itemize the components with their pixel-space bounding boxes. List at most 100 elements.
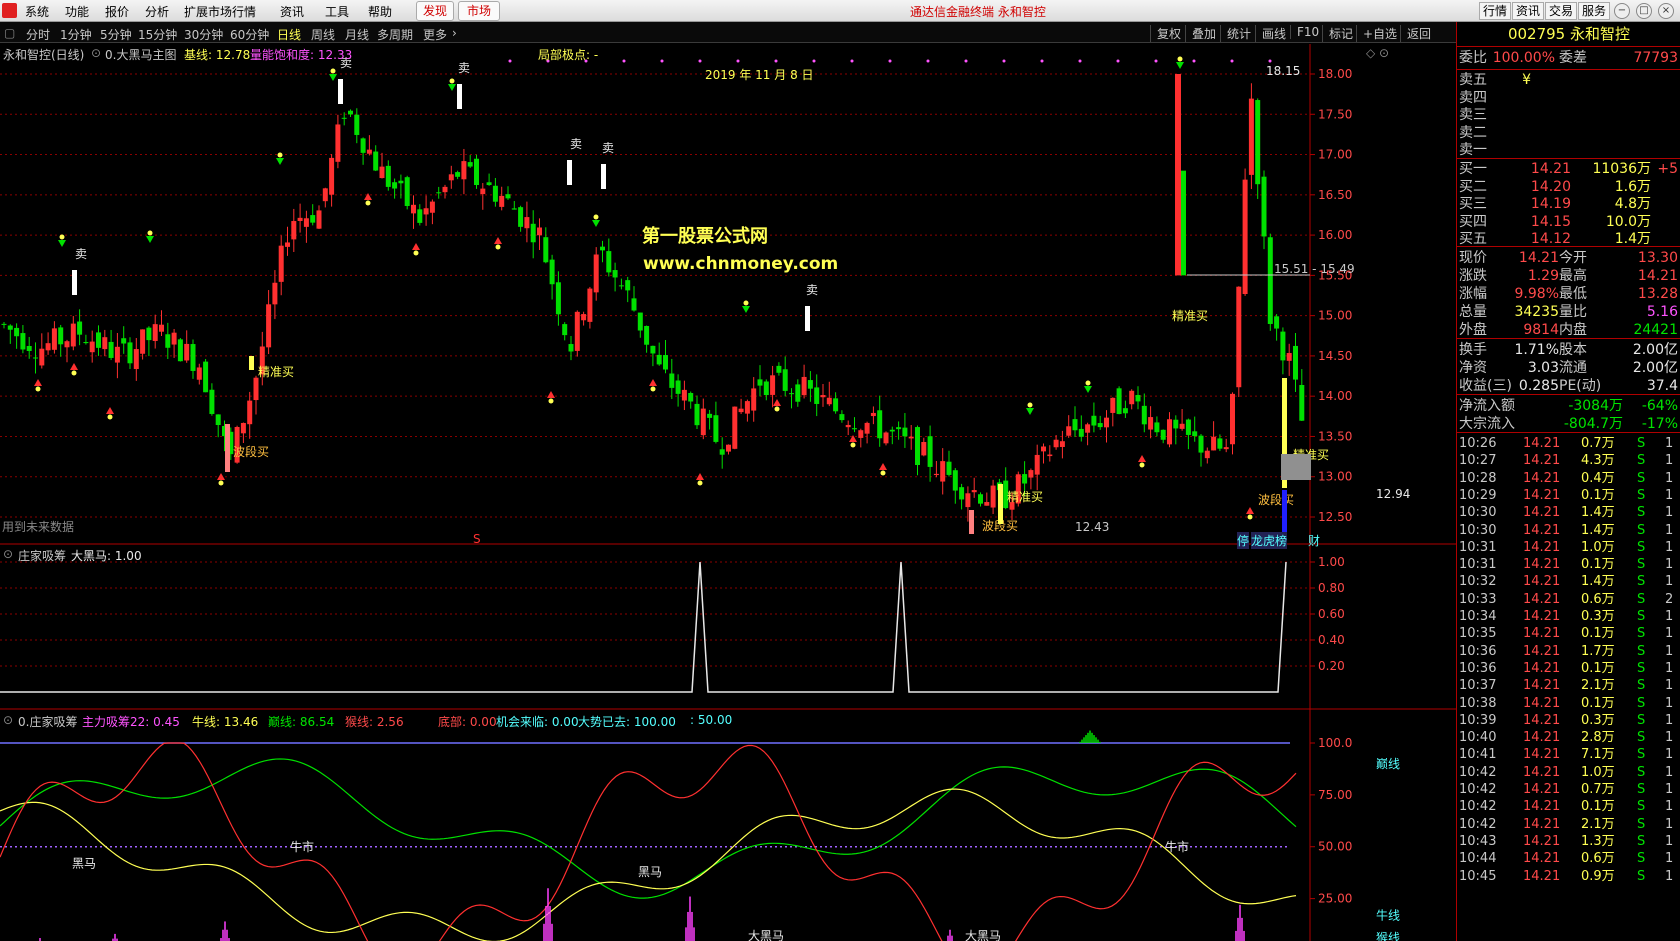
candle-body: [486, 182, 492, 186]
period-day[interactable]: 日线: [277, 26, 301, 43]
tick-count: 1: [1665, 470, 1674, 486]
tick-time: 10:31: [1459, 539, 1497, 555]
candle-body: [915, 427, 920, 466]
menu-analysis[interactable]: 分析: [145, 3, 169, 20]
tick-time: 10:38: [1459, 695, 1497, 711]
candle-body: [562, 324, 568, 336]
period-fenshi[interactable]: 分时: [26, 26, 50, 43]
quote-title: 002795 永和智控: [1457, 22, 1680, 46]
arrow-up-icon: [696, 473, 704, 480]
candle-body: [820, 395, 826, 398]
formula-name[interactable]: 0.大黑马主图: [105, 46, 176, 63]
marker-dot: [964, 59, 968, 63]
panel2-icon[interactable]: ⊙: [3, 547, 13, 561]
candle-body: [587, 288, 593, 322]
candle-body: [625, 280, 631, 291]
buy-precise-label: 精准买: [1172, 309, 1208, 323]
formula-dropdown-icon[interactable]: ⊙: [91, 46, 101, 60]
sell-row[interactable]: 卖一: [1457, 140, 1680, 160]
menu-info[interactable]: 资讯: [280, 3, 304, 20]
event-fin-badge[interactable]: 财: [1308, 532, 1320, 549]
candle-body: [694, 403, 700, 426]
statistics-button[interactable]: 统计: [1220, 25, 1251, 42]
menu-help[interactable]: 帮助: [368, 3, 392, 20]
tick-price: 14.21: [1523, 712, 1561, 728]
tick-time: 10:34: [1459, 609, 1497, 624]
candle-body: [108, 341, 114, 358]
buy-precise-label: 精准买: [258, 365, 294, 379]
candle-body: [656, 354, 662, 365]
candle-body: [404, 177, 410, 206]
candle-body: [190, 344, 196, 371]
period-60min[interactable]: 60分钟: [230, 26, 269, 43]
candle-body: [121, 338, 127, 344]
tick-price: 14.21: [1523, 487, 1561, 503]
menu-tools[interactable]: 工具: [325, 3, 349, 20]
candle-body: [1255, 100, 1261, 185]
tick-time: 10:30: [1459, 522, 1497, 538]
candle-body: [14, 327, 20, 337]
overlay-button[interactable]: 叠加: [1185, 25, 1216, 42]
service-button[interactable]: 服务: [1578, 2, 1611, 20]
signal-dot: [35, 386, 41, 392]
chevron-right-icon[interactable]: ›: [452, 26, 457, 40]
candle-body: [499, 195, 505, 207]
draw-line-button[interactable]: 画线: [1255, 25, 1286, 42]
chart-canvas[interactable]: 18.0017.5017.0016.5016.0015.5015.0014.50…: [0, 44, 1456, 941]
event-rank-badge[interactable]: 龙虎榜: [1251, 532, 1288, 549]
restore-rights-button[interactable]: 复权: [1150, 25, 1181, 42]
tick-count: 1: [1665, 678, 1674, 694]
maximize-icon[interactable]: □: [1636, 3, 1652, 19]
collapse-icon[interactable]: ▢: [4, 26, 15, 40]
period-week[interactable]: 周线: [311, 26, 335, 43]
event-stop-badge[interactable]: 停: [1237, 532, 1250, 549]
period-more[interactable]: 更多: [423, 26, 447, 43]
period-5min[interactable]: 5分钟: [100, 26, 132, 43]
mark-button[interactable]: 标记: [1322, 25, 1353, 42]
tick-side: S: [1637, 730, 1646, 746]
quote-button[interactable]: 行情: [1479, 2, 1512, 20]
add-favorite-button[interactable]: +自选: [1356, 25, 1397, 42]
arrow-down-icon: [329, 74, 337, 81]
back-button[interactable]: 返回: [1400, 25, 1431, 42]
event-s-badge[interactable]: S: [473, 532, 481, 546]
menu-ext-market[interactable]: 扩展市场行情: [184, 3, 256, 20]
arrow-down-icon: [1176, 62, 1184, 69]
candle-body: [253, 377, 259, 401]
f10-button[interactable]: F10: [1290, 25, 1319, 39]
tick-row: 10:42 14.21 1.0万 S 1: [1457, 763, 1680, 782]
market-button[interactable]: 市场: [458, 1, 500, 21]
candle-body: [1286, 353, 1292, 361]
period-30min[interactable]: 30分钟: [184, 26, 223, 43]
tick-price: 14.21: [1523, 539, 1561, 555]
app-logo-icon: [2, 3, 17, 18]
discover-button[interactable]: 发现: [416, 1, 454, 21]
menu-function[interactable]: 功能: [65, 3, 89, 20]
signal-dot: [365, 200, 371, 206]
candle-body: [959, 487, 965, 500]
tick-side: S: [1637, 609, 1646, 624]
minimize-icon[interactable]: −: [1614, 3, 1630, 19]
close-icon[interactable]: ×: [1658, 3, 1674, 19]
tick-volume: 0.1万: [1581, 557, 1615, 573]
candle-body: [744, 401, 750, 414]
candle-body: [940, 461, 946, 482]
panel3-icon[interactable]: ⊙: [3, 713, 13, 727]
panel-controls-icon[interactable]: ◇ ⊙: [1366, 46, 1389, 60]
info-button[interactable]: 资讯: [1512, 2, 1545, 20]
period-month[interactable]: 月线: [345, 26, 369, 43]
menu-quote[interactable]: 报价: [105, 3, 129, 20]
menu-system[interactable]: 系统: [25, 3, 49, 20]
period-multi[interactable]: 多周期: [377, 26, 413, 43]
buy-marker-bar: [249, 356, 254, 370]
candle-body: [1192, 431, 1198, 437]
p2-axis-label: 0.80: [1318, 581, 1345, 595]
tick-row: 10:30 14.21 1.4万 S 1: [1457, 503, 1680, 522]
chart-area[interactable]: 18.00 17.50 17.00 16.50 16.00 15.50 15.00 14.50…: [0, 44, 1456, 941]
tick-volume: 0.3万: [1581, 609, 1615, 624]
price-axis-label: 14.50: [1318, 349, 1352, 363]
period-1min[interactable]: 1分钟: [60, 26, 92, 43]
period-15min[interactable]: 15分钟: [138, 26, 177, 43]
candle-body: [360, 138, 366, 153]
trade-button[interactable]: 交易: [1545, 2, 1578, 20]
